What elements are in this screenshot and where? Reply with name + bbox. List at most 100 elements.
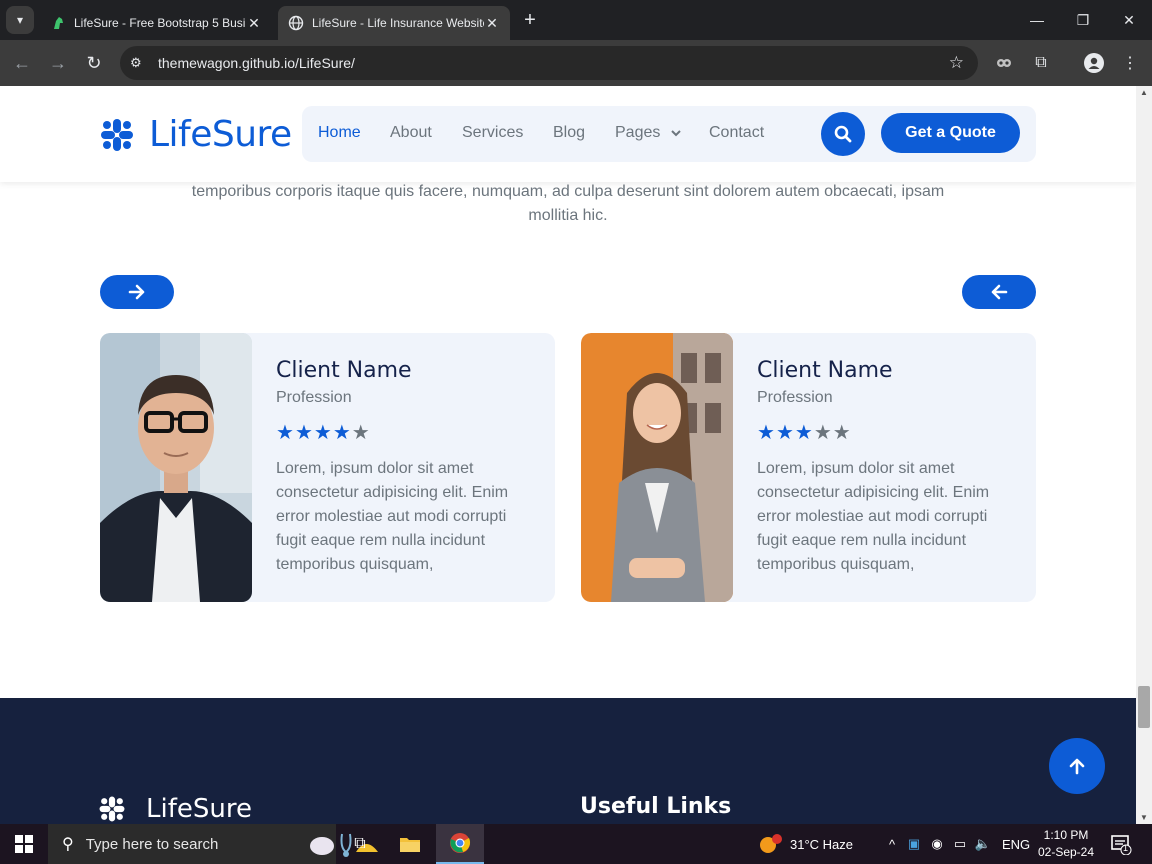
horse-favicon-icon	[54, 17, 63, 29]
weather-text: 31°C Haze	[790, 836, 854, 852]
nav-pages[interactable]: Pages	[615, 124, 681, 142]
star-filled-icon: ★	[775, 422, 794, 444]
nav-pages-label: Pages	[615, 124, 661, 141]
client-name: Client Name	[757, 358, 893, 383]
testimonial-text: Lorem, ipsum dolor sit amet consectetur …	[276, 460, 509, 573]
tab-search-button[interactable]: ▾	[6, 6, 34, 34]
site-header: LifeSure Home About Services Blog Pages …	[0, 86, 1136, 182]
site-logo[interactable]: LifeSure	[99, 114, 292, 155]
site-settings-icon[interactable]: ⚙	[130, 55, 150, 71]
close-tab-icon[interactable]: ✕	[484, 15, 500, 32]
file-explorer-icon[interactable]	[386, 824, 434, 864]
star-empty-icon: ★	[832, 422, 851, 444]
client-photo	[581, 333, 733, 602]
nav-home[interactable]: Home	[318, 124, 361, 142]
reload-icon[interactable]: ↻	[81, 50, 107, 76]
client-name: Client Name	[276, 358, 412, 383]
tab-title: LifeSure - Free Bootstrap 5 Busi	[74, 16, 246, 30]
main-navigation: Home About Services Blog Pages Contact G…	[302, 106, 1036, 162]
taskbar-search-box[interactable]: ⚲ Type here to search	[48, 824, 378, 864]
page-viewport: LifeSure Home About Services Blog Pages …	[0, 86, 1136, 824]
testimonial-card: Client Name Profession ★ ★ ★ ★ ★ Lorem, …	[581, 333, 1036, 602]
search-icon: ⚲	[62, 836, 74, 853]
task-view-icon[interactable]: ⧉	[336, 824, 384, 864]
extension-owl-icon[interactable]	[993, 52, 1015, 74]
windows-logo-icon	[15, 835, 33, 853]
site-footer: LifeSure Useful Links	[0, 698, 1136, 824]
scroll-up-icon[interactable]: ▲	[1140, 88, 1148, 97]
section-intro-text: temporibus corporis itaque quis facere, …	[191, 183, 945, 224]
scroll-down-icon[interactable]: ▼	[1140, 813, 1148, 822]
footer-logo[interactable]: LifeSure	[98, 794, 252, 824]
system-tray: ^ ▣ ◉ ▭ 🔈 ENG	[882, 824, 1030, 864]
useful-links-heading: Useful Links	[580, 794, 732, 819]
taskbar-clock[interactable]: 1:10 PM 02-Sep-24	[1034, 827, 1098, 861]
browser-tab-1[interactable]: LifeSure - Free Bootstrap 5 Busi ✕	[40, 6, 272, 40]
weather-alert-icon	[760, 834, 782, 853]
clock-time: 1:10 PM	[1043, 828, 1089, 842]
chrome-taskbar-icon[interactable]	[436, 824, 484, 864]
carousel-prev-button[interactable]	[962, 275, 1036, 309]
chevron-up-icon[interactable]: ^	[882, 837, 902, 852]
language-indicator[interactable]: ENG	[1002, 837, 1030, 852]
star-empty-icon: ★	[813, 422, 832, 444]
app-tray-icon[interactable]: ▣	[902, 836, 926, 852]
carousel-next-button[interactable]	[100, 275, 174, 309]
star-filled-icon: ★	[294, 422, 313, 444]
star-filled-icon: ★	[757, 422, 775, 444]
star-rating: ★ ★ ★ ★ ★	[757, 423, 852, 443]
taskbar-search-placeholder: Type here to search	[85, 835, 219, 853]
meet-now-icon[interactable]: ◉	[926, 836, 948, 852]
nav-contact[interactable]: Contact	[709, 124, 764, 142]
restore-icon[interactable]: ❐	[1068, 8, 1098, 32]
client-photo	[100, 333, 252, 602]
close-window-icon[interactable]: ✕	[1114, 8, 1144, 32]
tab-title: LifeSure - Life Insurance Website	[312, 16, 484, 30]
nav-services[interactable]: Services	[462, 124, 523, 142]
testimonial-text: Lorem, ipsum dolor sit amet consectetur …	[757, 460, 990, 573]
brand-logo-icon	[99, 796, 125, 822]
arrow-left-icon	[991, 284, 1008, 300]
client-profession: Profession	[757, 389, 833, 406]
start-button[interactable]	[0, 824, 48, 864]
extensions-puzzle-icon[interactable]: ⧉	[1030, 52, 1052, 74]
browser-tab-2[interactable]: LifeSure - Life Insurance Website ✕	[278, 6, 510, 40]
nav-blog[interactable]: Blog	[553, 124, 585, 142]
back-arrow-icon[interactable]: ←	[9, 50, 35, 76]
page-scrollbar[interactable]: ▲ ▼	[1136, 86, 1152, 824]
browser-tab-strip: ▾ LifeSure - Free Bootstrap 5 Busi ✕ Lif…	[0, 0, 1152, 40]
get-a-quote-button[interactable]: Get a Quote	[881, 113, 1020, 153]
star-empty-icon: ★	[351, 422, 370, 444]
footer-brand-name: LifeSure	[146, 794, 252, 824]
client-profession: Profession	[276, 389, 352, 406]
windows-taskbar: ⚲ Type here to search ⧉ 31°C Haze ^ ▣ ◉ …	[0, 824, 1152, 864]
clock-date: 02-Sep-24	[1037, 845, 1095, 859]
more-menu-icon[interactable]: ⋮	[1119, 52, 1141, 74]
forward-arrow-icon[interactable]: →	[45, 50, 71, 76]
star-filled-icon: ★	[794, 422, 813, 444]
address-bar[interactable]: ⚙ themewagon.github.io/LifeSure/ ☆	[120, 46, 978, 80]
bookmark-star-icon[interactable]: ☆	[949, 53, 964, 73]
profile-avatar-icon[interactable]	[1083, 52, 1105, 74]
scrollbar-thumb[interactable]	[1138, 686, 1150, 728]
volume-icon[interactable]: 🔈	[972, 836, 994, 852]
search-icon	[834, 125, 852, 143]
url-text: themewagon.github.io/LifeSure/	[158, 55, 355, 71]
browser-toolbar: ← → ↻ ⚙ themewagon.github.io/LifeSure/ ☆…	[0, 40, 1152, 86]
notification-center-icon[interactable]: 1	[1110, 824, 1132, 864]
close-tab-icon[interactable]: ✕	[246, 15, 262, 32]
nav-about[interactable]: About	[390, 124, 432, 142]
weather-widget[interactable]: 31°C Haze	[758, 824, 853, 864]
brand-name: LifeSure	[149, 114, 292, 155]
new-tab-button[interactable]: +	[518, 8, 542, 32]
back-to-top-button[interactable]	[1049, 738, 1105, 794]
brand-logo-icon	[101, 118, 133, 151]
network-icon[interactable]: ▭	[948, 836, 972, 852]
minimize-icon[interactable]: —	[1022, 8, 1052, 32]
search-button[interactable]	[821, 112, 865, 156]
arrow-up-icon	[1069, 758, 1085, 775]
chevron-down-icon	[671, 130, 681, 137]
star-filled-icon: ★	[313, 422, 332, 444]
star-rating: ★ ★ ★ ★ ★	[276, 423, 371, 443]
star-filled-icon: ★	[332, 422, 351, 444]
